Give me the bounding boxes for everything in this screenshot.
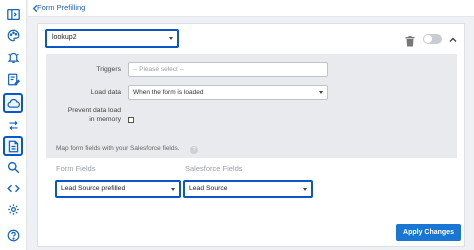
lookup-select[interactable]: lookup2 xyxy=(45,29,179,48)
prevent-label-line2: in memory xyxy=(89,115,121,123)
form-field-select[interactable]: Lead Source prefilled xyxy=(55,180,181,198)
chevron-down-icon xyxy=(169,37,173,40)
form-fields-header: Form Fields xyxy=(56,164,96,173)
trash-icon[interactable] xyxy=(405,34,415,47)
triggers-select[interactable]: -- Please select -- xyxy=(128,62,328,77)
lookup-select-value: lookup2 xyxy=(52,34,77,41)
page-title: Form Prefilling xyxy=(37,3,86,12)
arrows-icon[interactable] xyxy=(3,115,23,135)
prevent-data-load-checkbox[interactable] xyxy=(128,117,134,123)
toggle-knob xyxy=(424,35,432,43)
sidebar-rail xyxy=(0,0,27,250)
code-icon[interactable] xyxy=(3,178,23,198)
load-data-value: When the form is loaded xyxy=(133,89,204,96)
chevron-up-icon[interactable] xyxy=(448,32,458,42)
triggers-label: Triggers xyxy=(96,66,121,73)
settings-icon[interactable] xyxy=(3,199,23,219)
search-icon[interactable] xyxy=(3,157,23,177)
enable-toggle[interactable] xyxy=(423,34,442,44)
salesforce-field-select[interactable]: Lead Source xyxy=(183,180,313,198)
chevron-down-icon xyxy=(171,188,175,191)
form-field-value: Lead Source prefilled xyxy=(61,185,126,192)
palette-icon[interactable] xyxy=(3,25,23,45)
document-icon[interactable] xyxy=(3,136,23,156)
chevron-down-icon xyxy=(303,188,307,191)
chevron-down-icon xyxy=(319,91,323,94)
help-icon[interactable] xyxy=(3,225,23,245)
prefill-card: lookup2 Triggers -- Please select -- Loa… xyxy=(37,23,465,247)
header-bar: Form Prefilling xyxy=(28,0,474,17)
notification-icon[interactable] xyxy=(3,47,23,67)
triggers-placeholder: -- Please select -- xyxy=(133,66,184,73)
collapse-sidebar-icon[interactable] xyxy=(3,4,23,24)
salesforce-field-value: Lead Source xyxy=(189,185,228,192)
lookup-settings-panel: Triggers -- Please select -- Load data W… xyxy=(46,54,457,158)
load-data-select[interactable]: When the form is loaded xyxy=(128,85,328,100)
help-icon[interactable]: ? xyxy=(190,146,198,154)
prevent-label-line1: Prevent data load xyxy=(67,107,121,114)
apply-changes-button[interactable]: Apply Changes xyxy=(396,224,461,241)
load-data-label: Load data xyxy=(90,89,121,96)
form-edit-icon[interactable] xyxy=(3,69,23,89)
salesforce-fields-header: Salesforce Fields xyxy=(185,164,243,173)
prevent-data-load-label: Prevent data load in memory xyxy=(46,107,121,124)
cloud-icon[interactable] xyxy=(3,93,23,113)
mapping-title: Map form fields with your Salesforce fie… xyxy=(56,145,180,152)
